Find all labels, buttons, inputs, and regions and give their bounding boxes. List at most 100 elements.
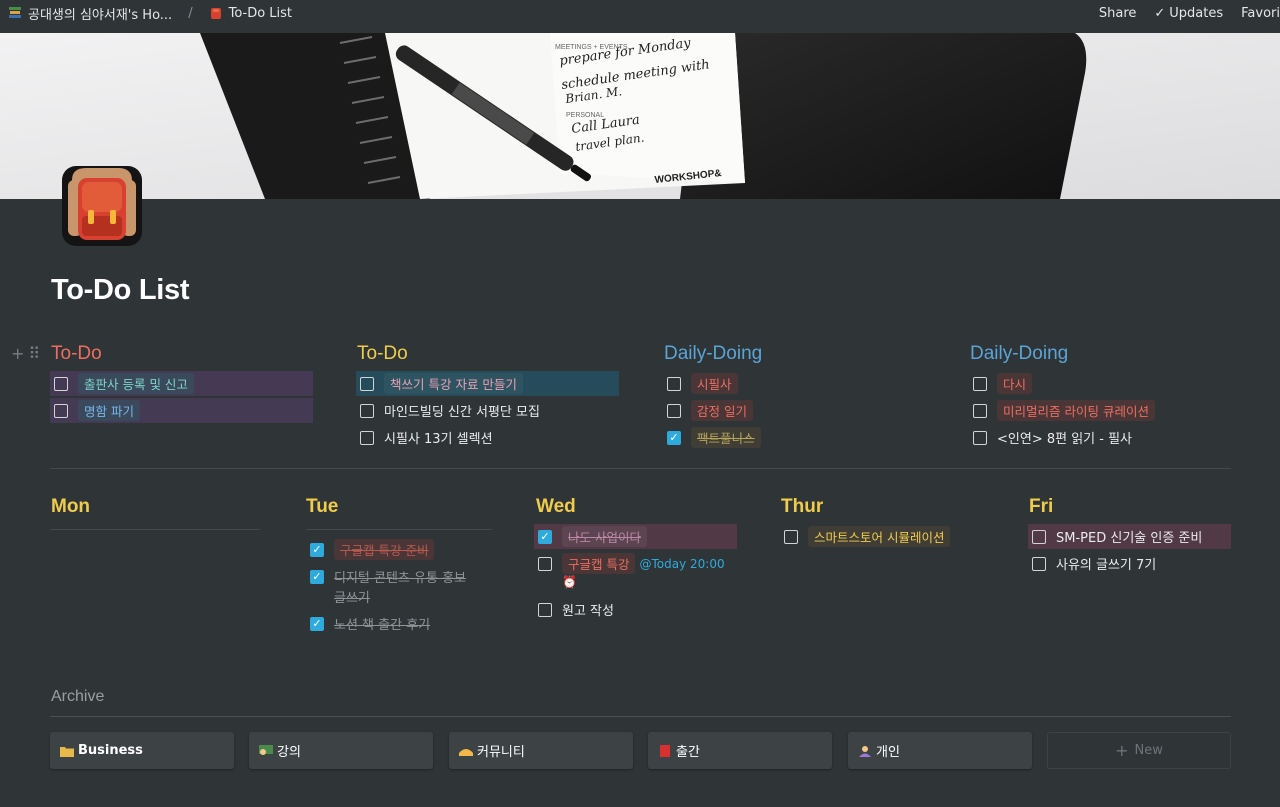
todo-item[interactable]: ✓ 디지털 콘텐츠 유통 홍보 <box>306 564 466 589</box>
workspace-title: 공대생의 심야서재's Ho... <box>28 7 173 23</box>
todo-item[interactable]: 미리멀리즘 라이팅 큐레이션 <box>969 398 1155 423</box>
todo-checkbox[interactable] <box>360 403 374 418</box>
todo-item[interactable]: 명함 파기 <box>50 398 313 423</box>
todo-text: 책쓰기 특강 자료 만들기 <box>384 373 523 394</box>
breadcrumb-workspace[interactable]: 공대생의 심야서재's Ho... <box>8 4 172 23</box>
block-controls[interactable]: + ⠿ <box>11 344 40 363</box>
share-button[interactable]: Share <box>1099 6 1137 21</box>
todo-checkbox-checked[interactable]: ✓ <box>310 542 324 557</box>
todo-checkbox[interactable] <box>667 403 681 418</box>
column-heading: Daily-Doing <box>664 343 763 364</box>
todo-checkbox[interactable] <box>538 556 552 571</box>
card-label: 강의 <box>277 745 301 760</box>
todo-text: 나도 사업이다 <box>562 526 647 547</box>
todo-text: 명함 파기 <box>78 400 140 421</box>
todo-item[interactable]: 다시 <box>969 371 1033 396</box>
todo-checkbox[interactable] <box>667 376 681 391</box>
todo-checkbox[interactable] <box>973 403 987 418</box>
todo-item[interactable]: ✓ 구글캡 특강 준비 <box>306 537 435 562</box>
todo-checkbox-checked[interactable]: ✓ <box>538 529 552 544</box>
archive-card-community[interactable]: 커뮤니티 <box>449 732 633 769</box>
todo-item[interactable]: 책쓰기 특강 자료 만들기 <box>356 371 619 396</box>
todo-checkbox-checked[interactable]: ✓ <box>310 569 324 584</box>
todo-checkbox-checked[interactable]: ✓ <box>310 616 324 631</box>
todo-checkbox[interactable] <box>784 529 798 544</box>
card-label: 출간 <box>676 745 700 760</box>
todo-item[interactable]: 원고 작성 <box>534 597 614 622</box>
alarm-clock-icon: ⏰ <box>562 575 577 589</box>
todo-checkbox[interactable] <box>973 376 987 391</box>
breadcrumb-page[interactable]: To-Do List <box>209 6 292 21</box>
handshake-icon <box>459 748 473 756</box>
favorite-button[interactable]: Favori <box>1241 6 1280 21</box>
page-title: To-Do List <box>51 274 190 306</box>
new-card-label: New <box>1134 743 1163 758</box>
new-card-button[interactable]: + New <box>1047 732 1231 769</box>
reminder-date[interactable]: @Today 20:00 <box>639 557 724 571</box>
divider <box>50 716 1231 717</box>
folder-icon <box>60 746 74 757</box>
todo-item[interactable]: 출판사 등록 및 신고 <box>50 371 313 396</box>
todo-text: 시필사 13기 셀렉션 <box>384 432 493 447</box>
todo-text: 구글캡 특강 <box>562 553 636 574</box>
page-breadcrumb-title: To-Do List <box>228 5 293 21</box>
todo-item[interactable]: <인연> 8편 읽기 - 필사 <box>969 425 1132 450</box>
todo-text: 글쓰기 <box>334 591 370 606</box>
day-heading-tue: Tue <box>306 496 339 517</box>
todo-item[interactable]: 시필사 13기 셀렉션 <box>356 425 493 450</box>
todo-checkbox-checked[interactable]: ✓ <box>667 430 681 445</box>
add-block-icon[interactable]: + <box>11 344 24 363</box>
todo-text: 사유의 글쓰기 7기 <box>1056 558 1157 573</box>
divider <box>50 468 1231 469</box>
cover-photo: MEETINGS + EVENTS prepare for Monday sch… <box>0 33 1280 199</box>
cover-image: MEETINGS + EVENTS prepare for Monday sch… <box>0 33 1280 199</box>
day-heading-fri: Fri <box>1029 496 1054 517</box>
todo-text: <인연> 8편 읽기 - 필사 <box>997 432 1132 447</box>
todo-item[interactable]: 마인드빌딩 신간 서평단 모집 <box>356 398 540 423</box>
todo-checkbox[interactable] <box>54 376 68 391</box>
todo-text: 마인드빌딩 신간 서평단 모집 <box>384 405 540 420</box>
todo-checkbox[interactable] <box>538 602 552 617</box>
todo-item[interactable]: 감정 일기 <box>663 398 753 423</box>
book-icon <box>660 744 670 757</box>
updates-label: Updates <box>1169 5 1224 21</box>
archive-card-publish[interactable]: 출간 <box>648 732 832 769</box>
divider <box>306 529 492 530</box>
card-label: 커뮤니티 <box>477 745 525 760</box>
todo-item[interactable]: ✓ 나도 사업이다 <box>534 524 737 549</box>
todo-text: 팩트풀니스 <box>691 427 761 448</box>
archive-card-lecture[interactable]: 강의 <box>249 732 433 769</box>
todo-item[interactable]: ✓ 팩트풀니스 <box>663 425 761 450</box>
todo-checkbox[interactable] <box>1032 556 1046 571</box>
todo-checkbox[interactable] <box>54 403 68 418</box>
todo-text: 시필사 <box>691 373 738 394</box>
todo-text: 원고 작성 <box>562 604 614 619</box>
breadcrumb: 공대생의 심야서재's Ho... / To-Do List <box>8 4 292 23</box>
updates-button[interactable]: ✓ Updates <box>1154 6 1223 21</box>
todo-item[interactable]: 스마트스토어 시뮬레이션 <box>780 524 951 549</box>
todo-item[interactable]: 사유의 글쓰기 7기 <box>1028 551 1156 576</box>
todo-text: 출판사 등록 및 신고 <box>78 373 194 394</box>
todo-item[interactable]: 시필사 <box>663 371 738 396</box>
todo-checkbox[interactable] <box>360 430 374 445</box>
archive-card-business[interactable]: Business <box>50 732 234 769</box>
topbar-actions: Share ✓ Updates Favori <box>1099 0 1280 26</box>
archive-heading: Archive <box>51 688 105 705</box>
card-label: 개인 <box>876 745 900 760</box>
todo-text: SM-PED 신기술 인증 준비 <box>1056 531 1203 546</box>
backpack-icon <box>62 166 142 246</box>
archive-card-personal[interactable]: 개인 <box>848 732 1032 769</box>
todo-text: 미리멀리즘 라이팅 큐레이션 <box>997 400 1155 421</box>
day-heading-wed: Wed <box>536 496 576 517</box>
books-icon <box>9 7 21 18</box>
todo-checkbox[interactable] <box>973 430 987 445</box>
todo-checkbox[interactable] <box>1032 529 1046 544</box>
divider <box>50 529 260 530</box>
todo-item[interactable]: ✓ 노션 책 출간 후기 <box>306 611 430 636</box>
drag-handle-icon[interactable]: ⠿ <box>28 344 40 363</box>
card-label: Business <box>78 743 143 758</box>
todo-checkbox[interactable] <box>360 376 374 391</box>
todo-item[interactable]: SM-PED 신기술 인증 준비 <box>1028 524 1231 549</box>
todo-text: 감정 일기 <box>691 400 753 421</box>
column-heading: Daily-Doing <box>970 343 1069 364</box>
